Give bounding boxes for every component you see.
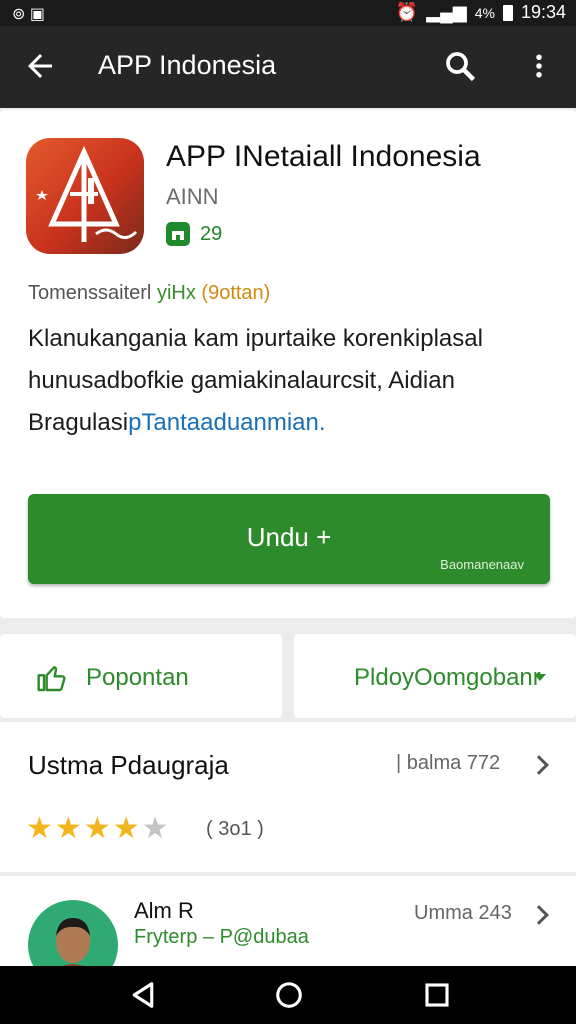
reviewer-meta: Umma 243 bbox=[414, 902, 512, 924]
system-nav-bar bbox=[0, 966, 576, 1024]
nav-back-icon[interactable] bbox=[128, 980, 158, 1010]
star-filled-icon: ★ bbox=[26, 812, 53, 845]
install-button-label: Undu + bbox=[246, 522, 332, 552]
chevron-right-icon[interactable] bbox=[529, 755, 549, 775]
reviews-count[interactable]: | balma 772 bbox=[396, 752, 500, 775]
meta-orange: (9ottan) bbox=[201, 282, 271, 304]
status-bar: ⊚ ▣ ⏰ ▂▄▆ 4% 19:34 bbox=[0, 0, 576, 26]
reviewer-subtitle: Fryterp – P@dubaa bbox=[134, 926, 309, 948]
description-line: BragulasipTantaaduanmian. bbox=[28, 402, 548, 444]
app-detail-card: APP INetaiall Indonesia AINN 29 Tomenssa… bbox=[0, 110, 576, 618]
reviewer-name: Alm R bbox=[134, 898, 194, 923]
search-icon[interactable] bbox=[442, 48, 478, 84]
app-name: APP INetaiall Indonesia bbox=[166, 140, 481, 173]
app-logo-icon bbox=[26, 138, 144, 254]
star-filled-icon: ★ bbox=[83, 812, 111, 845]
more-options-icon[interactable] bbox=[524, 48, 554, 84]
description-line: hunusadbofkie gamiakinalaurcsit, Aidian bbox=[28, 367, 455, 394]
install-button-sub: Baomanenaav bbox=[440, 557, 524, 572]
status-left-icons: ⊚ ▣ bbox=[12, 6, 45, 23]
thumbs-up-icon bbox=[37, 666, 66, 692]
battery-text: 4% bbox=[474, 4, 495, 21]
alarm-icon: ⏰ bbox=[395, 2, 419, 22]
action-left-label: Popontan bbox=[86, 664, 189, 691]
app-bar-title: APP Indonesia bbox=[98, 50, 277, 80]
badge-count: 29 bbox=[200, 222, 223, 245]
meta-green: yiHx bbox=[156, 282, 196, 304]
badge-row: 29 bbox=[166, 222, 222, 246]
install-button[interactable]: Undu + Baomanenaav bbox=[28, 494, 550, 584]
signal-icon: ▂▄▆ bbox=[426, 2, 467, 22]
battery-icon bbox=[502, 4, 513, 21]
chevron-right-icon[interactable] bbox=[529, 905, 549, 925]
nav-recents-icon[interactable] bbox=[422, 980, 452, 1010]
reviews-title: Ustma Pdaugraja bbox=[28, 750, 229, 780]
rating-count: ( 3o1 ) bbox=[206, 818, 264, 840]
description-link[interactable]: pTantaaduanmian. bbox=[128, 409, 325, 436]
reviews-section: Ustma Pdaugraja | balma 772 ★ ★ ★ ★ ★ ( 3o1 … bbox=[0, 722, 576, 872]
action-right-label: PldoyOomgobanr bbox=[354, 664, 541, 691]
back-arrow-icon[interactable] bbox=[22, 48, 58, 84]
status-right: ⏰ ▂▄▆ 4% 19:34 bbox=[396, 2, 566, 23]
app-description: Klanukangania kam ipurtaike korenkiplasa… bbox=[28, 318, 548, 444]
action-left-button[interactable]: Popontan bbox=[0, 634, 282, 718]
description-line: Klanukangania kam ipurtaike korenkiplasa… bbox=[28, 325, 483, 352]
star-empty-icon: ★ bbox=[141, 812, 169, 845]
action-right-dropdown[interactable]: PldoyOomgobanr bbox=[294, 634, 576, 718]
meta-prefix: Tomenssaiterl bbox=[28, 282, 152, 304]
chevron-down-icon bbox=[534, 674, 546, 681]
rating-stars: ★ ★ ★ ★ ★ bbox=[26, 814, 169, 844]
star-filled-icon: ★ bbox=[112, 812, 140, 845]
clock: 19:34 bbox=[520, 2, 566, 22]
meta-line: Tomenssaiterl yiHx (9ottan) bbox=[28, 282, 270, 305]
developer-name[interactable]: AINN bbox=[166, 184, 219, 210]
app-bar: APP Indonesia bbox=[0, 26, 576, 108]
nav-home-icon[interactable] bbox=[274, 980, 304, 1010]
reviewer-item[interactable]: Alm R Fryterp – P@dubaa Umma 243 bbox=[0, 876, 576, 990]
star-filled-icon: ★ bbox=[54, 812, 82, 845]
rating-badge-icon bbox=[166, 222, 190, 246]
description-last-plain: Bragulasi bbox=[28, 409, 129, 436]
